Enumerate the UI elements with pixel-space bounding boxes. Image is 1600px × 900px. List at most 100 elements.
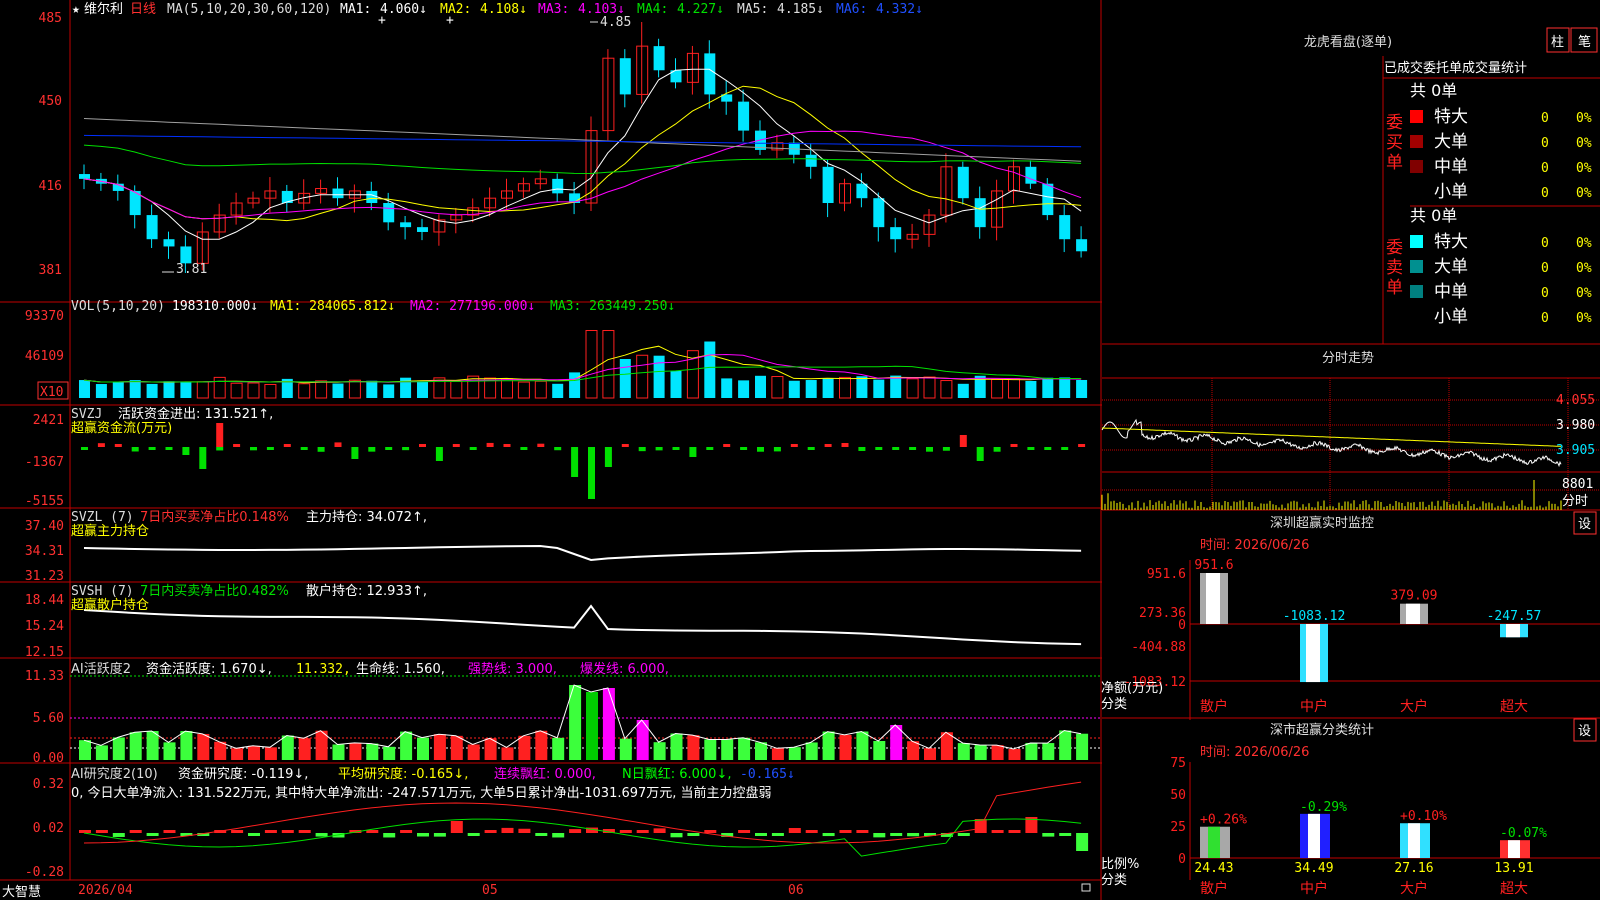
flow-bar bbox=[993, 447, 1001, 452]
flow-bar bbox=[621, 444, 629, 447]
candle-body-down bbox=[856, 183, 868, 199]
ma20-line bbox=[83, 130, 1082, 220]
research-bar bbox=[907, 833, 920, 837]
volume-bar-up bbox=[534, 380, 547, 399]
research-bar bbox=[146, 833, 159, 836]
activity-bar bbox=[1059, 730, 1072, 760]
svzj-label: 活跃资金进出: 131.521↑, bbox=[118, 406, 273, 422]
cls-value-label: 24.43 bbox=[1194, 861, 1233, 876]
ai-res-axis-tick: 0.32 bbox=[33, 777, 64, 792]
cls-settings-label[interactable]: 设 bbox=[1578, 724, 1591, 739]
svzj-axis-tick: 2421 bbox=[33, 413, 64, 428]
ai2-axis-tick: 0.00 bbox=[33, 751, 64, 766]
lock-icon[interactable] bbox=[1081, 883, 1091, 892]
ai-res-axis-tick: -0.28 bbox=[25, 865, 64, 880]
sz-settings-label[interactable]: 设 bbox=[1578, 517, 1591, 532]
activity-bar bbox=[298, 738, 311, 760]
flow-bar bbox=[216, 423, 224, 447]
volume-bar-down bbox=[721, 378, 733, 398]
activity-bar bbox=[197, 733, 210, 760]
holding-line bbox=[83, 545, 1082, 562]
activity-bar bbox=[79, 740, 91, 760]
flow-bar bbox=[689, 447, 697, 457]
flow-bar bbox=[385, 447, 393, 450]
flow-bar bbox=[114, 444, 122, 447]
activity-bar bbox=[957, 743, 970, 760]
period-label[interactable]: 日线 bbox=[130, 2, 156, 17]
ai-res-label4: N日飘红: 6.000↓, bbox=[622, 766, 731, 782]
svsh-axis-tick: 18.44 bbox=[25, 593, 64, 608]
research-bar bbox=[704, 830, 717, 833]
activity-bar bbox=[721, 739, 734, 760]
tick-view-label[interactable]: 笔 bbox=[1578, 34, 1591, 50]
vol-ma1: MA1: 284065.812↓ bbox=[270, 299, 395, 314]
research-bar bbox=[805, 830, 818, 833]
high-price-mark: 4.85 bbox=[600, 15, 631, 30]
volume-bar-down bbox=[755, 375, 766, 398]
research-bar bbox=[366, 830, 379, 833]
candle-body-down bbox=[400, 222, 412, 228]
cls-axis-tick: 50 bbox=[1170, 788, 1186, 803]
activity-bar bbox=[602, 688, 615, 760]
order-count: 0 bbox=[1541, 286, 1549, 301]
order-pct: 0% bbox=[1576, 186, 1592, 201]
volume-bar-up bbox=[602, 330, 615, 399]
cls-title: 深市超赢分类统计 bbox=[1270, 722, 1374, 738]
chart-canvas[interactable]: 951.6273.360-404.88-1083.12951.6散户-1083.… bbox=[0, 0, 1600, 900]
sell-side-label: 单 bbox=[1386, 278, 1403, 298]
activity-bar bbox=[129, 732, 142, 760]
volume-bar-up bbox=[247, 382, 260, 399]
sz-category-label: 超大 bbox=[1500, 699, 1528, 715]
volume-bar-down bbox=[856, 376, 868, 398]
ma1-name: MA1: bbox=[340, 2, 371, 17]
activity-bar bbox=[264, 747, 277, 760]
flow-bar bbox=[655, 447, 663, 451]
flow-bar bbox=[300, 447, 308, 450]
research-bar bbox=[79, 830, 91, 833]
order-count: 0 bbox=[1541, 261, 1549, 276]
ai-res-label3: 连续飘红: 0.000, bbox=[494, 766, 596, 782]
buy-total: 共 0单 bbox=[1410, 81, 1457, 100]
candle-body-down bbox=[805, 154, 817, 167]
fenshi-vol-tick: 8801 bbox=[1562, 477, 1593, 492]
candle-body-down bbox=[1076, 239, 1088, 252]
order-count: 0 bbox=[1541, 236, 1549, 251]
research-bar bbox=[1008, 830, 1021, 833]
ai2-title: AI活跃度2 bbox=[71, 661, 131, 677]
sz-unit: 净额(万元) bbox=[1101, 681, 1163, 696]
volume-bar-down bbox=[1042, 377, 1054, 398]
candle-body-down bbox=[79, 174, 90, 179]
ma-params: MA(5,10,20,30,60,120) bbox=[167, 2, 331, 17]
flow-bar bbox=[81, 447, 88, 450]
intraday-chart bbox=[1101, 418, 1562, 510]
favorite-star-icon[interactable]: ★ bbox=[72, 2, 80, 17]
svsh-line bbox=[83, 604, 1082, 646]
cls-bar-highlight bbox=[1208, 826, 1220, 858]
cls-bar-highlight bbox=[1508, 840, 1520, 858]
research-bar bbox=[771, 833, 784, 836]
vol-unit[interactable]: X10 bbox=[40, 385, 63, 400]
research-bar bbox=[417, 833, 429, 837]
volume-bar-up bbox=[230, 382, 243, 399]
research-bar bbox=[670, 833, 683, 838]
volume-bar-up bbox=[298, 383, 311, 399]
ai2-bars bbox=[70, 675, 1100, 760]
sz-bar-label: -1083.12 bbox=[1283, 609, 1346, 624]
volume-bar-down bbox=[890, 375, 902, 398]
flow-bar bbox=[452, 444, 460, 447]
activity-bar bbox=[738, 737, 751, 760]
research-bar bbox=[112, 833, 125, 837]
ai2-label5: 爆发线: 6.000, bbox=[580, 661, 669, 677]
ai2-label3: 生命线: 1.560, bbox=[356, 661, 445, 677]
activity-bar bbox=[163, 742, 176, 760]
ma120-line bbox=[83, 134, 1082, 148]
flow-bar bbox=[469, 447, 477, 450]
vol-ma3: MA3: 263449.250↓ bbox=[550, 299, 675, 314]
research-bar bbox=[163, 830, 176, 833]
volume-bar-up bbox=[1008, 378, 1020, 399]
ai2-axis-tick: 5.60 bbox=[33, 711, 64, 726]
candle-body-down bbox=[163, 239, 175, 247]
order-count: 0 bbox=[1541, 186, 1549, 201]
candle-body-down bbox=[383, 203, 395, 223]
bar-view-label[interactable]: 柱 bbox=[1551, 35, 1564, 50]
